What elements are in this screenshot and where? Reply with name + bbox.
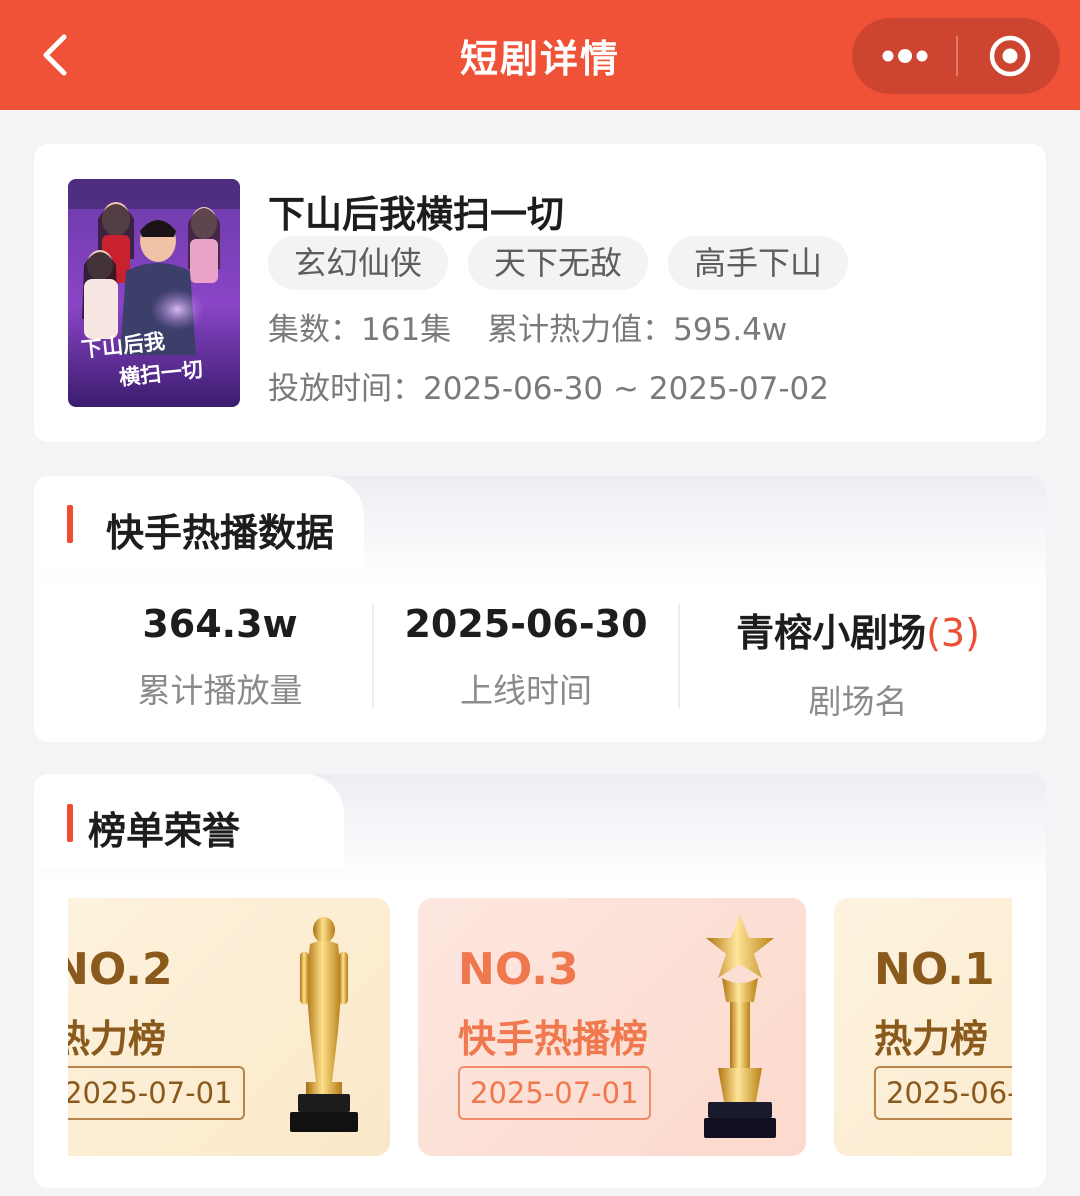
rank-date: 2025-07-01 <box>68 1066 245 1120</box>
close-circle-icon <box>989 35 1031 77</box>
section-title: 快手热播数据 <box>106 511 335 555</box>
drama-info-card: 下山后我 横扫一切 下山后我横扫一切 玄幻仙侠 天下无敌 高手下山 集数：161… <box>34 144 1046 442</box>
rank-date: 2025-06-30 <box>874 1066 1012 1120</box>
period-value: 2025-06-30 ~ 2025-07-02 <box>423 371 829 407</box>
rank-list-name: 热力榜 <box>874 1017 989 1061</box>
drama-title: 下山后我横扫一切 <box>268 193 564 236</box>
stat-value: 364.3w <box>142 602 298 646</box>
rank-number: NO.2 <box>68 944 173 995</box>
stat-label: 累计播放量 <box>137 671 303 710</box>
ranking-card[interactable]: NO.2 热力榜 2025-07-01 <box>68 898 390 1156</box>
stat-theater[interactable]: 青榕小剧场(3) 剧场名 <box>698 602 1018 723</box>
period-label: 投放时间： <box>268 371 423 407</box>
more-button[interactable] <box>852 18 956 94</box>
section-accent-bar <box>67 804 73 842</box>
stat-play-count: 364.3w 累计播放量 <box>60 602 380 712</box>
close-button[interactable] <box>958 18 1060 94</box>
tag-item[interactable]: 高手下山 <box>668 236 849 290</box>
ranking-carousel[interactable]: NO.2 热力榜 2025-07-01 NO.3 快手热播榜 2025-07-0… <box>68 898 1012 1158</box>
rank-list-name: 快手热播榜 <box>458 1017 649 1061</box>
stat-value: 青榕小剧场(3) <box>698 602 1018 657</box>
rank-date: 2025-07-01 <box>458 1066 651 1120</box>
ranking-honors-card: 榜单荣誉 NO.2 热力榜 2025-07-01 NO.3 快手热播榜 2025… <box>34 774 1046 1188</box>
stat-divider <box>678 604 680 708</box>
tag-item[interactable]: 天下无敌 <box>468 236 649 290</box>
more-dots-icon <box>882 49 928 63</box>
tag-item[interactable]: 玄幻仙侠 <box>268 236 449 290</box>
stat-online-date: 2025-06-30 上线时间 <box>366 602 686 712</box>
stat-label: 剧场名 <box>808 682 908 721</box>
ranking-card[interactable]: NO.1 热力榜 2025-06-30 <box>834 898 1012 1156</box>
star-trophy-icon <box>704 914 776 1138</box>
poster-image: 下山后我 横扫一切 <box>68 179 240 407</box>
release-period-line: 投放时间：2025-06-30 ~ 2025-07-02 <box>268 363 829 408</box>
episodes-value: 161集 <box>361 312 452 348</box>
episode-heat-line: 集数：161集 累计热力值：595.4w <box>268 304 787 349</box>
stat-value: 2025-06-30 <box>404 602 648 646</box>
stat-label: 上线时间 <box>460 671 592 710</box>
top-navigation-bar: 短剧详情 <box>0 0 1080 110</box>
section-accent-bar <box>67 505 73 543</box>
rank-list-name: 热力榜 <box>68 1017 167 1061</box>
heat-label: 累计热力值： <box>487 312 674 348</box>
theater-name: 青榕小剧场 <box>736 611 927 655</box>
mini-program-capsule <box>852 18 1060 94</box>
rank-number: NO.3 <box>458 944 579 995</box>
gold-figure-trophy-icon <box>290 917 358 1132</box>
episodes-label: 集数： <box>268 312 361 348</box>
ranking-card[interactable]: NO.3 快手热播榜 2025-07-01 <box>418 898 806 1156</box>
section-title: 榜单荣誉 <box>88 809 241 853</box>
tag-list: 玄幻仙侠 天下无敌 高手下山 <box>268 236 849 290</box>
drama-poster[interactable]: 下山后我 横扫一切 <box>68 179 240 407</box>
hot-data-card: 快手热播数据 364.3w 累计播放量 2025-06-30 上线时间 青榕小剧… <box>34 476 1046 742</box>
theater-count: (3) <box>926 611 980 655</box>
rank-number: NO.1 <box>874 944 995 995</box>
heat-value: 595.4w <box>673 312 788 348</box>
